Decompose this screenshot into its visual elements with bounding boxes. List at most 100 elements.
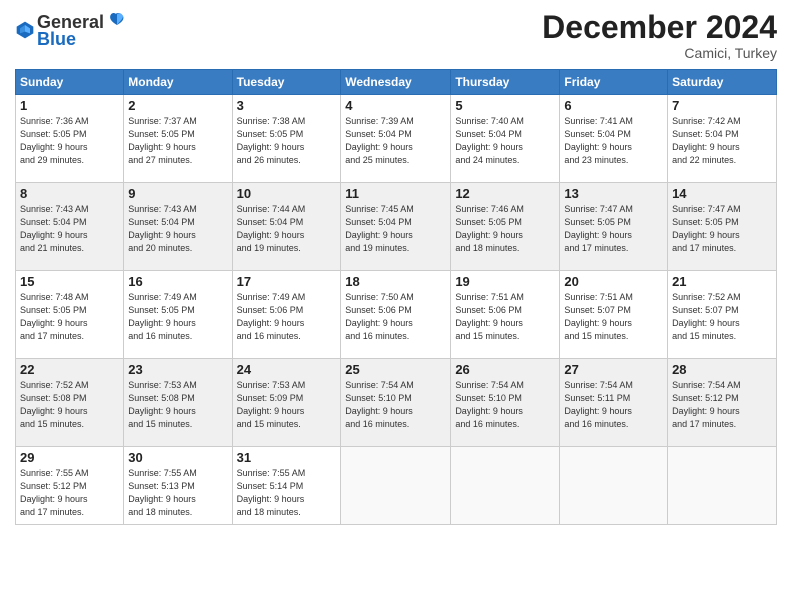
- day-detail: Sunrise: 7:49 AMSunset: 5:06 PMDaylight:…: [237, 291, 337, 343]
- day-detail: Sunrise: 7:38 AMSunset: 5:05 PMDaylight:…: [237, 115, 337, 167]
- calendar-cell: 29 Sunrise: 7:55 AMSunset: 5:12 PMDayligh…: [16, 447, 124, 525]
- day-number: 15: [20, 274, 119, 289]
- day-number: 27: [564, 362, 663, 377]
- day-number: 17: [237, 274, 337, 289]
- day-detail: Sunrise: 7:54 AMSunset: 5:11 PMDaylight:…: [564, 379, 663, 431]
- calendar-cell: 7 Sunrise: 7:42 AMSunset: 5:04 PMDaylight…: [668, 95, 777, 183]
- location: Camici, Turkey: [542, 45, 777, 61]
- day-detail: Sunrise: 7:55 AMSunset: 5:13 PMDaylight:…: [128, 467, 227, 519]
- calendar-cell: 23Sunrise: 7:53 AMSunset: 5:08 PMDayligh…: [124, 359, 232, 447]
- day-number: 7: [672, 98, 772, 113]
- calendar-cell: 28 Sunrise: 7:54 AMSunset: 5:12 PMDayligh…: [668, 359, 777, 447]
- calendar-cell: 14 Sunrise: 7:47 AMSunset: 5:05 PMDayligh…: [668, 183, 777, 271]
- calendar-cell: 21Sunrise: 7:52 AMSunset: 5:07 PMDayligh…: [668, 271, 777, 359]
- day-detail: Sunrise: 7:36 AMSunset: 5:05 PMDaylight:…: [20, 115, 119, 167]
- calendar-cell: 22 Sunrise: 7:52 AMSunset: 5:08 PMDayligh…: [16, 359, 124, 447]
- day-detail: Sunrise: 7:44 AMSunset: 5:04 PMDaylight:…: [237, 203, 337, 255]
- day-detail: Sunrise: 7:51 AMSunset: 5:07 PMDaylight:…: [564, 291, 663, 343]
- weekday-header: Tuesday: [232, 70, 341, 95]
- day-detail: Sunrise: 7:46 AMSunset: 5:05 PMDaylight:…: [455, 203, 555, 255]
- day-number: 22: [20, 362, 119, 377]
- day-number: 25: [345, 362, 446, 377]
- day-number: 11: [345, 186, 446, 201]
- calendar-cell: 11 Sunrise: 7:45 AMSunset: 5:04 PMDayligh…: [341, 183, 451, 271]
- month-title: December 2024: [542, 10, 777, 45]
- day-number: 31: [237, 450, 337, 465]
- calendar-cell: 15 Sunrise: 7:48 AMSunset: 5:05 PMDayligh…: [16, 271, 124, 359]
- calendar-cell: [560, 447, 668, 525]
- weekday-header: Wednesday: [341, 70, 451, 95]
- calendar-cell: 24 Sunrise: 7:53 AMSunset: 5:09 PMDayligh…: [232, 359, 341, 447]
- day-number: 1: [20, 98, 119, 113]
- calendar-cell: 1 Sunrise: 7:36 AMSunset: 5:05 PMDaylight…: [16, 95, 124, 183]
- calendar-cell: [668, 447, 777, 525]
- day-detail: Sunrise: 7:50 AMSunset: 5:06 PMDaylight:…: [345, 291, 446, 343]
- day-detail: Sunrise: 7:39 AMSunset: 5:04 PMDaylight:…: [345, 115, 446, 167]
- calendar-cell: 20Sunrise: 7:51 AMSunset: 5:07 PMDayligh…: [560, 271, 668, 359]
- day-detail: Sunrise: 7:42 AMSunset: 5:04 PMDaylight:…: [672, 115, 772, 167]
- day-detail: Sunrise: 7:45 AMSunset: 5:04 PMDaylight:…: [345, 203, 446, 255]
- day-detail: Sunrise: 7:47 AMSunset: 5:05 PMDaylight:…: [564, 203, 663, 255]
- calendar-cell: 30 Sunrise: 7:55 AMSunset: 5:13 PMDayligh…: [124, 447, 232, 525]
- calendar-cell: 19 Sunrise: 7:51 AMSunset: 5:06 PMDayligh…: [451, 271, 560, 359]
- day-number: 30: [128, 450, 227, 465]
- header: General Blue December 2024 Camici, Turke…: [15, 10, 777, 61]
- logo: General Blue: [15, 10, 126, 50]
- day-detail: Sunrise: 7:53 AMSunset: 5:09 PMDaylight:…: [237, 379, 337, 431]
- day-detail: Sunrise: 7:49 AMSunset: 5:05 PMDaylight:…: [128, 291, 227, 343]
- calendar-cell: 2 Sunrise: 7:37 AMSunset: 5:05 PMDaylight…: [124, 95, 232, 183]
- logo-icon: [15, 20, 35, 40]
- weekday-header: Thursday: [451, 70, 560, 95]
- day-detail: Sunrise: 7:54 AMSunset: 5:10 PMDaylight:…: [455, 379, 555, 431]
- day-number: 2: [128, 98, 227, 113]
- calendar-cell: 18 Sunrise: 7:50 AMSunset: 5:06 PMDayligh…: [341, 271, 451, 359]
- day-number: 23: [128, 362, 227, 377]
- day-number: 10: [237, 186, 337, 201]
- day-detail: Sunrise: 7:52 AMSunset: 5:07 PMDaylight:…: [672, 291, 772, 343]
- calendar-cell: 10 Sunrise: 7:44 AMSunset: 5:04 PMDayligh…: [232, 183, 341, 271]
- weekday-header: Friday: [560, 70, 668, 95]
- day-detail: Sunrise: 7:55 AMSunset: 5:12 PMDaylight:…: [20, 467, 119, 519]
- calendar-cell: 8Sunrise: 7:43 AMSunset: 5:04 PMDaylight…: [16, 183, 124, 271]
- calendar-cell: 27 Sunrise: 7:54 AMSunset: 5:11 PMDayligh…: [560, 359, 668, 447]
- calendar-cell: 4 Sunrise: 7:39 AMSunset: 5:04 PMDaylight…: [341, 95, 451, 183]
- day-number: 29: [20, 450, 119, 465]
- calendar-cell: 5Sunrise: 7:40 AMSunset: 5:04 PMDaylight…: [451, 95, 560, 183]
- day-detail: Sunrise: 7:48 AMSunset: 5:05 PMDaylight:…: [20, 291, 119, 343]
- day-detail: Sunrise: 7:55 AMSunset: 5:14 PMDaylight:…: [237, 467, 337, 519]
- day-detail: Sunrise: 7:47 AMSunset: 5:05 PMDaylight:…: [672, 203, 772, 255]
- calendar-cell: 25 Sunrise: 7:54 AMSunset: 5:10 PMDayligh…: [341, 359, 451, 447]
- day-number: 12: [455, 186, 555, 201]
- day-number: 19: [455, 274, 555, 289]
- title-section: December 2024 Camici, Turkey: [542, 10, 777, 61]
- logo-bird-icon: [108, 10, 126, 28]
- day-number: 6: [564, 98, 663, 113]
- day-number: 5: [455, 98, 555, 113]
- day-detail: Sunrise: 7:41 AMSunset: 5:04 PMDaylight:…: [564, 115, 663, 167]
- day-detail: Sunrise: 7:37 AMSunset: 5:05 PMDaylight:…: [128, 115, 227, 167]
- weekday-header: Saturday: [668, 70, 777, 95]
- calendar-cell: 31 Sunrise: 7:55 AMSunset: 5:14 PMDayligh…: [232, 447, 341, 525]
- calendar-cell: 3Sunrise: 7:38 AMSunset: 5:05 PMDaylight…: [232, 95, 341, 183]
- calendar-cell: 12 Sunrise: 7:46 AMSunset: 5:05 PMDayligh…: [451, 183, 560, 271]
- day-number: 13: [564, 186, 663, 201]
- day-number: 28: [672, 362, 772, 377]
- day-detail: Sunrise: 7:54 AMSunset: 5:10 PMDaylight:…: [345, 379, 446, 431]
- day-number: 4: [345, 98, 446, 113]
- calendar-cell: 6 Sunrise: 7:41 AMSunset: 5:04 PMDaylight…: [560, 95, 668, 183]
- day-number: 24: [237, 362, 337, 377]
- day-detail: Sunrise: 7:54 AMSunset: 5:12 PMDaylight:…: [672, 379, 772, 431]
- day-number: 8: [20, 186, 119, 201]
- day-number: 14: [672, 186, 772, 201]
- day-number: 16: [128, 274, 227, 289]
- calendar-cell: [341, 447, 451, 525]
- day-number: 18: [345, 274, 446, 289]
- weekday-header: Monday: [124, 70, 232, 95]
- weekday-header: Sunday: [16, 70, 124, 95]
- day-detail: Sunrise: 7:43 AMSunset: 5:04 PMDaylight:…: [128, 203, 227, 255]
- day-detail: Sunrise: 7:52 AMSunset: 5:08 PMDaylight:…: [20, 379, 119, 431]
- day-number: 26: [455, 362, 555, 377]
- calendar-cell: 26 Sunrise: 7:54 AMSunset: 5:10 PMDayligh…: [451, 359, 560, 447]
- calendar-cell: 13 Sunrise: 7:47 AMSunset: 5:05 PMDayligh…: [560, 183, 668, 271]
- day-detail: Sunrise: 7:51 AMSunset: 5:06 PMDaylight:…: [455, 291, 555, 343]
